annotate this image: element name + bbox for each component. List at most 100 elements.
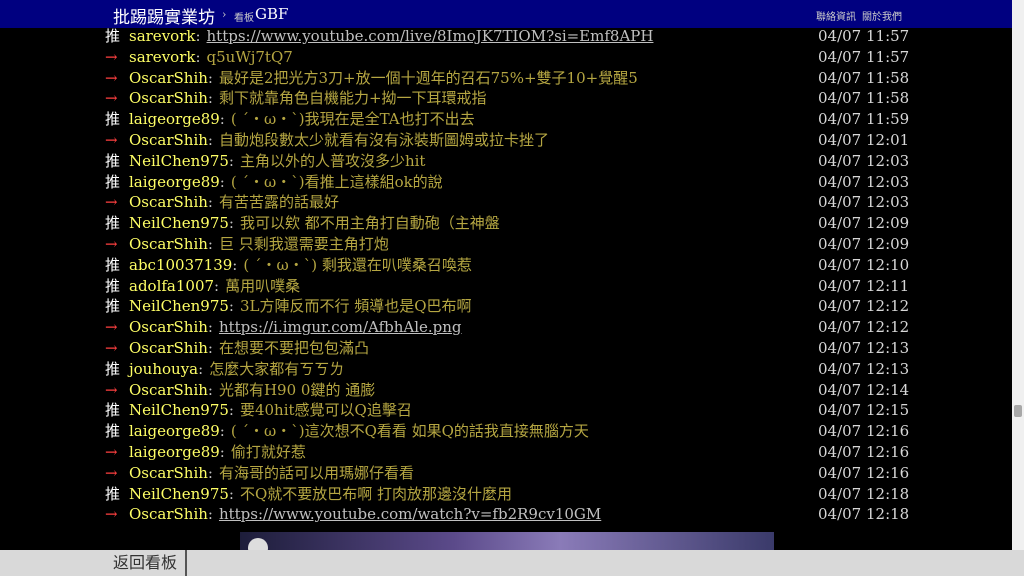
- push-colon: :: [207, 234, 213, 253]
- push-user: laigeorge89: [129, 422, 220, 441]
- push-time: 04/07 12:15: [818, 401, 910, 420]
- push-user: OscarShih: [129, 505, 208, 524]
- push-content-link[interactable]: https://www.youtube.com/watch?v=fb2R9cv1…: [219, 505, 601, 523]
- push-time: 04/07 12:13: [818, 359, 910, 378]
- back-to-board-button[interactable]: 返回看板: [105, 550, 187, 576]
- site-logo-link[interactable]: 批踢踢實業坊: [113, 3, 215, 28]
- push-time: 04/07 12:09: [818, 214, 910, 233]
- channel-avatar: [248, 538, 268, 550]
- push-row: → OscarShih: https://www.youtube.com/watch…: [105, 504, 925, 525]
- push-row: 推 laigeorge89: ( ´・ω・`)我現在是全TA也打不出去 04/07 1…: [105, 109, 925, 130]
- push-user: NeilChen975: [129, 214, 229, 233]
- push-tag: 推: [105, 172, 121, 191]
- push-content: 萬用叭噗桑: [225, 276, 301, 295]
- push-tag: 推: [105, 214, 121, 233]
- push-user: OscarShih: [129, 68, 208, 87]
- push-user: OscarShih: [129, 234, 208, 253]
- push-user: OscarShih: [129, 338, 208, 357]
- push-time: 04/07 12:09: [818, 234, 910, 253]
- push-row: 推 NeilChen975: 3L方陣反而不行 頻導也是Q巴布啊 04/07 12:1…: [105, 296, 925, 317]
- arrow-tag: →: [105, 505, 118, 524]
- push-content: 不Q就不要放巴布啊 打肉放那邊沒什麼用: [239, 484, 513, 503]
- push-content-link[interactable]: https://www.youtube.com/live/8ImoJK7TIOM…: [207, 27, 654, 45]
- push-row: 推 NeilChen975: 不Q就不要放巴布啊 打肉放那邊沒什麼用 04/07 12…: [105, 484, 925, 505]
- push-row: → OscarShih: 最好是2把光方3刀+放一個十週年的召石75%+雙子10+覺…: [105, 68, 925, 89]
- push-tag: 推: [105, 422, 121, 441]
- arrow-tag: →: [105, 380, 118, 399]
- push-colon: :: [207, 505, 213, 524]
- push-content: 主角以外的人普攻沒多少hit: [239, 151, 426, 170]
- push-tag: 推: [105, 297, 121, 316]
- push-row: → OscarShih: 剩下就靠角色自機能力+拗一下耳環戒指 04/07 11:58: [105, 88, 925, 109]
- push-content: 怎麼大家都有ㄎㄎㄌ: [209, 359, 345, 378]
- push-time: 04/07 11:58: [818, 89, 910, 108]
- push-content: 偷打就好惹: [230, 442, 306, 461]
- push-content: 我可以欸 都不用主角打自動砲（主神盤: [239, 214, 500, 233]
- push-row: 推 laigeorge89: ( ´・ω・`)看推上這樣組ok的說 04/07 12:…: [105, 172, 925, 193]
- push-content: 剩下就靠角色自機能力+拗一下耳環戒指: [218, 89, 487, 108]
- breadcrumb-board-link[interactable]: GBF: [255, 5, 288, 23]
- scrollbar-thumb[interactable]: [1014, 405, 1022, 417]
- push-time: 04/07 11:58: [818, 68, 910, 87]
- push-tag: 推: [105, 484, 121, 503]
- push-colon: :: [195, 47, 201, 66]
- push-time: 04/07 12:16: [818, 422, 910, 441]
- push-tag: 推: [105, 359, 121, 378]
- push-time: 04/07 12:03: [818, 151, 910, 170]
- contact-link[interactable]: 聯絡資訊: [816, 8, 856, 23]
- push-content: 要40hit感覺可以Q追擊召: [239, 401, 412, 420]
- push-user: OscarShih: [129, 318, 208, 337]
- push-time: 04/07 12:11: [818, 276, 910, 295]
- top-bar: 批踢踢實業坊 › 看板 GBF 聯絡資訊 關於我們: [0, 0, 1012, 28]
- push-colon: :: [207, 463, 213, 482]
- push-time: 04/07 12:03: [818, 193, 910, 212]
- push-time: 04/07 12:18: [818, 484, 910, 503]
- push-content: ( ´・ω・`)看推上這樣組ok的說: [230, 172, 443, 191]
- scrollbar[interactable]: [1012, 0, 1024, 550]
- push-tag: 推: [105, 27, 121, 45]
- push-user: OscarShih: [129, 193, 208, 212]
- push-user: sarevork: [129, 47, 196, 66]
- push-user: NeilChen975: [129, 151, 229, 170]
- push-user: OscarShih: [129, 89, 208, 108]
- push-row: 推 laigeorge89: ( ´・ω・`)這次想不Q看看 如果Q的話我直接無腦方…: [105, 421, 925, 442]
- push-colon: :: [207, 318, 213, 337]
- push-colon: :: [198, 359, 204, 378]
- push-colon: :: [219, 422, 225, 441]
- push-user: sarevork: [129, 27, 196, 45]
- push-tag: 推: [105, 255, 121, 274]
- arrow-tag: →: [105, 68, 118, 87]
- video-embed-thumbnail[interactable]: [240, 532, 774, 550]
- push-content-link[interactable]: https://i.imgur.com/AfbhAle.png: [219, 318, 462, 336]
- push-row: → OscarShih: 自動炮段數太少就看有沒有泳裝斯圖姆或拉卡挫了 04/07 1…: [105, 130, 925, 151]
- push-time: 04/07 12:10: [818, 255, 910, 274]
- push-row: 推 jouhouya: 怎麼大家都有ㄎㄎㄌ 04/07 12:13: [105, 359, 925, 380]
- push-colon: :: [207, 89, 213, 108]
- push-time: 04/07 12:18: [818, 505, 910, 524]
- push-time: 04/07 12:14: [818, 380, 910, 399]
- push-content: q5uWj7tQ7: [206, 47, 293, 66]
- push-row: → OscarShih: 巨 只剩我還需要主角打炮 04/07 12:09: [105, 234, 925, 255]
- arrow-tag: →: [105, 89, 118, 108]
- push-user: laigeorge89: [129, 442, 220, 461]
- push-time: 04/07 12:01: [818, 130, 910, 149]
- push-row: → sarevork: q5uWj7tQ7 04/07 11:57: [105, 47, 925, 68]
- bottom-bar: 返回看板: [0, 550, 1024, 576]
- arrow-tag: →: [105, 338, 118, 357]
- push-user: OscarShih: [129, 380, 208, 399]
- push-content: 自動炮段數太少就看有沒有泳裝斯圖姆或拉卡挫了: [218, 130, 549, 149]
- breadcrumb-label: 看板: [234, 13, 254, 24]
- push-colon: :: [195, 27, 201, 45]
- push-colon: :: [207, 130, 213, 149]
- push-colon: :: [228, 484, 234, 503]
- push-colon: :: [219, 110, 225, 129]
- push-colon: :: [219, 442, 225, 461]
- push-row: 推 adolfa1007: 萬用叭噗桑 04/07 12:11: [105, 276, 925, 297]
- push-colon: :: [228, 297, 234, 316]
- push-content: 最好是2把光方3刀+放一個十週年的召石75%+雙子10+覺醒5: [218, 68, 638, 87]
- arrow-tag: →: [105, 193, 118, 212]
- push-time: 04/07 11:57: [818, 27, 910, 45]
- push-time: 04/07 12:13: [818, 338, 910, 357]
- push-row: → OscarShih: https://i.imgur.com/AfbhAle.p…: [105, 317, 925, 338]
- about-link[interactable]: 關於我們: [862, 8, 902, 23]
